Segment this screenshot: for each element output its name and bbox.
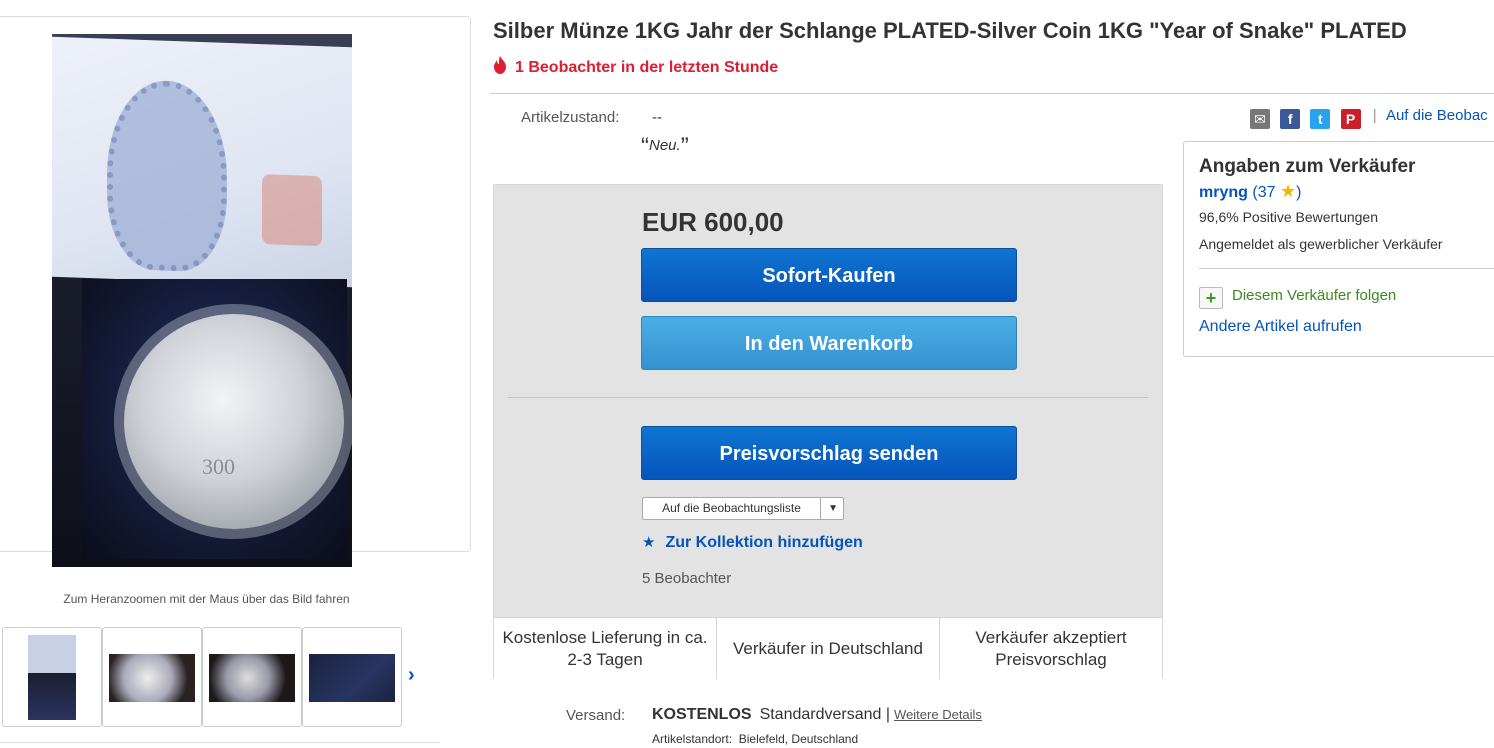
shipping-value: KOSTENLOS Standardversand | Weitere Detail…: [652, 706, 982, 724]
watchlist-dropdown-label: Auf die Beobachtungsliste: [643, 498, 821, 519]
thumbnail-4[interactable]: [302, 627, 402, 727]
seller-info-box: Angaben zum Verkäufer mryng (37 ★) 96,6%…: [1183, 141, 1494, 357]
open-quote-icon: “: [641, 133, 649, 160]
seller-heading: Angaben zum Verkäufer: [1199, 156, 1416, 177]
thumbnail-next-arrow-icon[interactable]: ›: [408, 664, 415, 687]
hot-watchers-notice: 1 Beobachter in der letzten Stunde: [493, 56, 778, 77]
watchlist-dropdown[interactable]: Auf die Beobachtungsliste ▼: [642, 497, 844, 520]
other-items-link[interactable]: Andere Artikel aufrufen: [1199, 318, 1362, 336]
thumbnail-2[interactable]: [102, 627, 202, 727]
make-offer-button[interactable]: Preisvorschlag senden: [641, 426, 1017, 480]
facebook-icon[interactable]: f: [1280, 109, 1301, 129]
add-to-cart-button[interactable]: In den Warenkorb: [641, 316, 1017, 370]
seller-positive-rating: 96,6% Positive Bewertungen: [1199, 209, 1378, 225]
follow-seller-label: Diesem Verkäufer folgen: [1232, 287, 1397, 304]
buy-box-divider: [508, 397, 1148, 398]
shipping-free: KOSTENLOS: [652, 706, 752, 723]
location-value: Bielefeld, Deutschland: [738, 732, 859, 746]
price: EUR 600,00: [642, 207, 784, 237]
shipping-method: Standardversand: [759, 706, 882, 723]
certificate-temple-frame: [107, 78, 227, 273]
item-location: Artikelstandort: Bielefeld, Deutschland: [652, 732, 858, 746]
follow-seller-link[interactable]: + Diesem Verkäufer folgen: [1199, 287, 1396, 309]
star-icon: ★: [642, 534, 656, 551]
chevron-down-icon[interactable]: ▼: [828, 498, 838, 519]
condition-note: “Neu.”: [641, 133, 689, 161]
flame-icon: [494, 56, 506, 74]
certificate-stamp: [262, 174, 322, 247]
seller-name-link[interactable]: mryng: [1199, 184, 1248, 201]
coin-denomination: 300: [202, 454, 235, 479]
divider: [490, 93, 1494, 94]
buy-now-button[interactable]: Sofort-Kaufen: [641, 248, 1017, 302]
location-label: Artikelstandort:: [652, 732, 733, 746]
feature-strip: Kostenlose Lieferung in ca. 2-3 Tagen Ve…: [494, 617, 1162, 679]
thumbnail-1[interactable]: [2, 627, 102, 727]
share-bar: ✉ f t P | Auf die Beobac: [1250, 107, 1488, 129]
thumbnail-image: [28, 635, 76, 720]
twitter-icon[interactable]: t: [1310, 109, 1331, 129]
thumbnail-3[interactable]: [202, 627, 302, 727]
plus-icon: +: [1199, 287, 1223, 309]
condition-value: --: [652, 109, 662, 126]
condition-label: Artikelzustand:: [521, 109, 620, 126]
thumbnail-image: [109, 654, 195, 702]
seller-divider: [1199, 268, 1494, 269]
item-title: Silber Münze 1KG Jahr der Schlange PLATE…: [493, 18, 1407, 43]
bottom-divider: [0, 742, 440, 743]
share-separator: |: [1372, 107, 1377, 124]
feature-seller-location: Verkäufer in Deutschland: [717, 618, 940, 679]
thumbnail-image: [309, 654, 395, 702]
pinterest-icon[interactable]: P: [1340, 109, 1361, 129]
seller-name-line: mryng (37 ★): [1199, 181, 1301, 202]
seller-score-value: 37: [1257, 184, 1276, 201]
close-quote-icon: ”: [680, 133, 689, 160]
certificate-image: [52, 36, 352, 288]
coin-image: [124, 314, 344, 529]
shipping-details-link[interactable]: Weitere Details: [894, 707, 982, 722]
hot-watchers-text: 1 Beobachter in der letzten Stunde: [515, 59, 779, 76]
shipping-label: Versand:: [566, 707, 626, 724]
feature-offer-accepted: Verkäufer akzeptiert Preisvorschlag: [975, 627, 1127, 669]
shipping-separator: |: [885, 706, 891, 723]
mail-icon[interactable]: ✉: [1250, 109, 1270, 129]
feature-free-delivery: Kostenlose Lieferung in ca. 2-3 Tagen: [494, 618, 717, 679]
buy-box: EUR 600,00 Sofort-Kaufen In den Warenkor…: [493, 184, 1163, 679]
thumbnail-image: [209, 654, 295, 702]
seller-score[interactable]: (37 ★): [1252, 181, 1301, 201]
gold-star-icon: ★: [1279, 181, 1297, 201]
main-product-image[interactable]: 300: [52, 34, 352, 567]
watchers-count: 5 Beobachter: [642, 570, 732, 587]
main-image-frame: 300: [0, 16, 471, 567]
add-collection-link[interactable]: ★ Zur Kollektion hinzufügen: [642, 533, 863, 552]
zoom-hint: Zum Heranzoomen mit der Maus über das Bi…: [63, 592, 350, 606]
add-collection-label: Zur Kollektion hinzufügen: [665, 534, 863, 551]
seller-business-status: Angemeldet als gewerblicher Verkäufer: [1199, 236, 1443, 252]
condition-note-text: Neu.: [649, 137, 681, 154]
watchlist-link[interactable]: Auf die Beobac: [1386, 107, 1488, 124]
